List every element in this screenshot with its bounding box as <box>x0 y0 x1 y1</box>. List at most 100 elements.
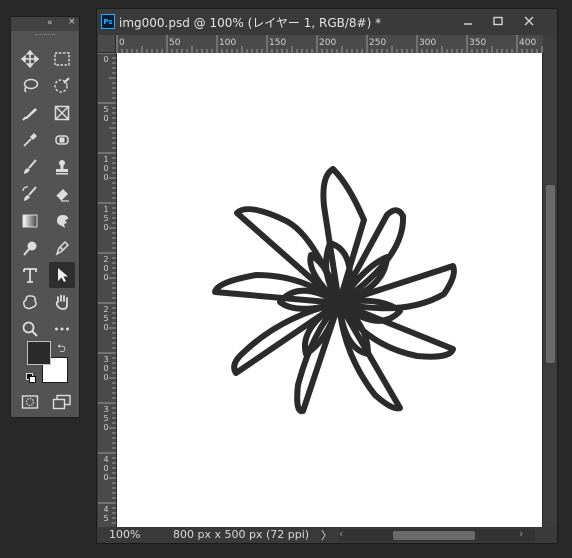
dodge-tool[interactable] <box>17 235 43 261</box>
horizontal-scrollbar[interactable]: ‹ › <box>333 527 541 541</box>
dodge-icon <box>23 241 37 256</box>
ruler-label: 0 <box>103 55 109 64</box>
brush-tool[interactable] <box>17 154 43 180</box>
lasso-tool[interactable] <box>17 73 43 99</box>
screen-mode-button[interactable] <box>49 389 75 415</box>
tools-panel-header[interactable]: « × <box>11 17 79 31</box>
tools-panel: « × ⮌ <box>10 16 80 418</box>
ruler-label: 50 <box>169 38 181 48</box>
ruler-label: 400 <box>103 455 109 482</box>
vertical-scroll-thumb[interactable] <box>546 185 555 363</box>
gradient-icon <box>22 214 38 228</box>
ruler-label: 350 <box>469 38 487 48</box>
document-title: img000.psd @ 100% (レイヤー 1, RGB/8#) * <box>119 16 382 30</box>
close-icon <box>524 16 534 26</box>
status-menu-button[interactable]: 〉 <box>321 527 332 543</box>
pen-icon <box>55 240 70 256</box>
maximize-icon <box>493 16 503 26</box>
document-size-info: 800 px x 500 px (72 ppi) <box>173 528 310 541</box>
zoom-level-field[interactable]: 100% <box>109 528 140 541</box>
hand-icon <box>55 294 68 310</box>
history-brush-tool[interactable] <box>17 181 43 207</box>
document-titlebar[interactable]: Ps img000.psd @ 100% (レイヤー 1, RGB/8#) * <box>97 9 557 35</box>
ruler-label: 350 <box>103 405 109 432</box>
scroll-left-icon[interactable]: ‹ <box>339 527 343 540</box>
panel-grip[interactable] <box>35 34 55 37</box>
bandage-icon <box>55 135 69 145</box>
swap-colors-icon[interactable]: ⮌ <box>57 340 66 359</box>
document-canvas[interactable] <box>117 53 542 527</box>
magnifier-icon <box>22 321 38 337</box>
move-tool[interactable] <box>17 46 43 72</box>
scroll-right-icon[interactable]: › <box>519 527 523 540</box>
spot-healing-tool[interactable] <box>49 127 75 153</box>
ruler-label: 0 <box>119 38 125 48</box>
photoshop-icon: Ps <box>101 14 115 29</box>
more-tools[interactable] <box>49 316 75 342</box>
foreground-color-swatch[interactable] <box>27 341 51 365</box>
ellipsis-icon <box>55 327 69 331</box>
ruler-label: 45 <box>103 505 109 523</box>
smudge-icon <box>57 215 68 228</box>
ruler-label: 200 <box>319 38 337 48</box>
type-tool[interactable] <box>17 262 43 288</box>
smudge-tool[interactable] <box>49 208 75 234</box>
stamp-icon <box>56 160 68 175</box>
ruler-label: 300 <box>103 355 109 382</box>
frame-tool[interactable] <box>49 100 75 126</box>
vertical-ruler[interactable]: 0 50 100 150 200 250 300 350 400 45 <box>98 53 117 527</box>
marquee-tool[interactable] <box>49 46 75 72</box>
horizontal-scroll-thumb[interactable] <box>393 531 475 540</box>
ruler-label: 250 <box>369 38 387 48</box>
history-brush-icon <box>22 186 37 201</box>
default-colors-icon[interactable] <box>26 373 36 383</box>
status-bar: 100% 800 px x 500 px (72 ppi) 〉 ‹ › <box>97 527 557 543</box>
path-selection-tool[interactable] <box>49 262 75 288</box>
ruler-origin[interactable] <box>98 35 116 53</box>
vertical-scrollbar[interactable] <box>543 35 557 527</box>
ruler-label: 100 <box>219 38 237 48</box>
eraser-tool[interactable] <box>49 181 75 207</box>
marquee-icon <box>54 52 70 66</box>
close-button[interactable] <box>515 12 543 30</box>
gradient-tool[interactable] <box>17 208 43 234</box>
flower-drawing <box>212 166 457 415</box>
hand-tool[interactable] <box>49 289 75 315</box>
move-icon <box>21 50 39 68</box>
minimize-button[interactable] <box>454 12 482 30</box>
minimize-icon <box>464 23 472 25</box>
quick-selection-tool[interactable] <box>49 73 75 99</box>
zoom-tool[interactable] <box>17 316 43 342</box>
custom-shape-icon <box>22 295 37 310</box>
ruler-label: 400 <box>519 38 537 48</box>
pen-tool[interactable] <box>49 235 75 261</box>
quick-mask-icon <box>21 395 39 409</box>
eraser-icon <box>55 189 69 202</box>
horizontal-ruler[interactable]: 0 50 100 150 200 250 300 350 400 <box>116 35 544 54</box>
arrow-cursor-icon <box>58 268 68 282</box>
screen-mode-icon <box>52 394 71 410</box>
ruler-label: 50 <box>103 105 109 123</box>
clone-stamp-tool[interactable] <box>49 154 75 180</box>
maximize-button[interactable] <box>484 12 512 30</box>
ruler-label: 200 <box>103 255 109 282</box>
crop-tool[interactable] <box>17 100 43 126</box>
ruler-label: 250 <box>103 305 109 332</box>
document-window: Ps img000.psd @ 100% (レイヤー 1, RGB/8#) * … <box>96 8 558 544</box>
eyedropper-tool[interactable] <box>17 127 43 153</box>
frame-icon <box>54 105 70 121</box>
knife-icon <box>22 108 37 121</box>
ruler-label: 300 <box>419 38 437 48</box>
ruler-label: 150 <box>103 205 109 232</box>
ruler-label: 100 <box>103 155 109 182</box>
eyedropper-icon <box>23 133 37 147</box>
custom-shape-tool[interactable] <box>17 289 43 315</box>
quick-selection-icon <box>54 77 70 93</box>
collapse-panel-button[interactable]: « <box>47 18 53 28</box>
quick-mask-button[interactable] <box>17 389 43 415</box>
lasso-icon <box>23 78 39 93</box>
ruler-label: 150 <box>269 38 287 48</box>
close-panel-button[interactable]: × <box>68 17 76 27</box>
type-icon <box>23 268 37 283</box>
brush-icon <box>24 159 37 174</box>
